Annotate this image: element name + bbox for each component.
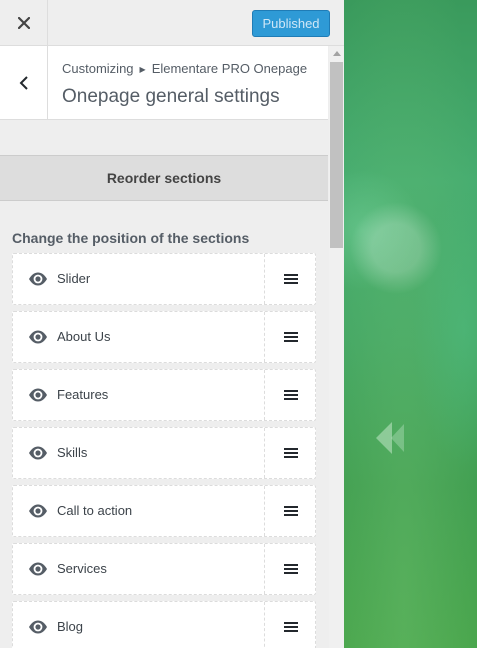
panel-header: Customizing ▶ Elementare PRO Onepage Onepa… [0, 46, 328, 120]
panel-scroll-area: Customizing ▶ Elementare PRO Onepage Onepa… [0, 46, 329, 648]
section-label: Skills [57, 445, 88, 460]
drag-handle-icon[interactable] [265, 254, 316, 304]
chevron-left-icon[interactable] [360, 418, 410, 458]
section-item-features[interactable]: Features [12, 369, 316, 421]
section-item-call-to-action[interactable]: Call to action [12, 485, 316, 537]
drag-handle-icon[interactable] [265, 602, 316, 648]
section-item-blog[interactable]: Blog [12, 601, 316, 648]
site-preview [344, 0, 477, 648]
eye-icon[interactable] [28, 271, 48, 287]
eye-icon[interactable] [28, 387, 48, 403]
eye-icon[interactable] [28, 503, 48, 519]
drag-handle-icon[interactable] [265, 428, 316, 478]
reorder-sections-button[interactable]: Reorder sections [0, 155, 328, 201]
breadcrumb: Customizing ▶ Elementare PRO Onepage [62, 61, 307, 76]
eye-icon[interactable] [28, 329, 48, 345]
section-instructions: Change the position of the sections [12, 230, 250, 246]
page-title: Onepage general settings [62, 86, 280, 107]
triangle-right-icon: ▶ [139, 65, 146, 74]
section-item-services[interactable]: Services [12, 543, 316, 595]
section-label: Features [57, 387, 109, 402]
section-item-slider[interactable]: Slider [12, 253, 316, 305]
close-button[interactable] [0, 0, 48, 45]
section-item-skills[interactable]: Skills [12, 427, 316, 479]
eye-icon[interactable] [28, 619, 48, 635]
customizer-sidebar: Published Customizing ▶ Elementare PRO One… [0, 0, 344, 648]
scrollbar-thumb[interactable] [330, 62, 343, 248]
back-button[interactable] [0, 46, 48, 119]
panel-scrollbar[interactable] [329, 46, 344, 648]
section-label: Call to action [57, 503, 133, 518]
drag-handle-icon[interactable] [265, 544, 316, 594]
drag-handle-icon[interactable] [265, 486, 316, 536]
chevron-left-icon [19, 75, 28, 90]
drag-handle-icon[interactable] [265, 312, 316, 362]
eye-icon[interactable] [28, 445, 48, 461]
published-button[interactable]: Published [252, 10, 330, 37]
section-label: Services [57, 561, 107, 576]
section-item-about-us[interactable]: About Us [12, 311, 316, 363]
scroll-up-arrow-icon[interactable] [333, 51, 341, 56]
eye-icon[interactable] [28, 561, 48, 577]
sections-list: Slider About Us Features Skills Call to … [12, 253, 316, 648]
customizer-topbar: Published [0, 0, 344, 46]
close-icon [17, 16, 30, 29]
drag-handle-icon[interactable] [265, 370, 316, 420]
breadcrumb-current: Elementare PRO Onepage [151, 61, 308, 76]
breadcrumb-root: Customizing [62, 61, 134, 76]
section-label: Blog [57, 619, 84, 634]
section-label: About Us [57, 329, 111, 344]
section-label: Slider [57, 271, 91, 286]
